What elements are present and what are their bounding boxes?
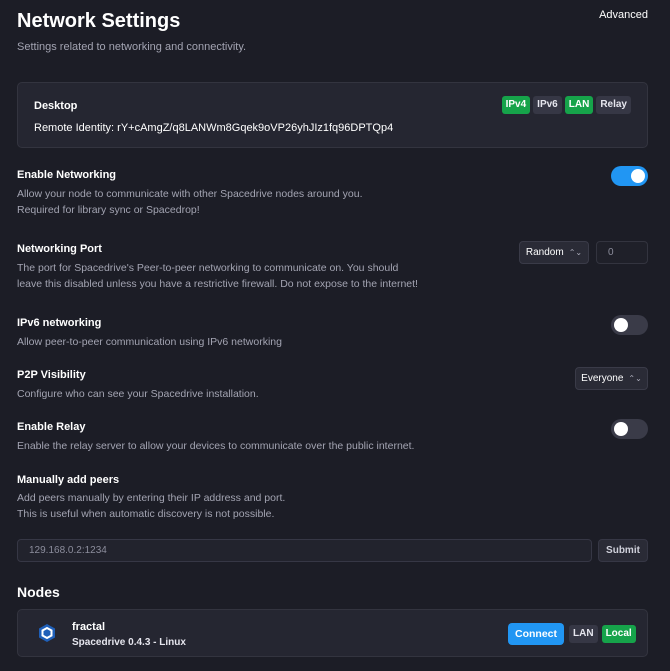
enable-relay-toggle[interactable] [611,419,648,439]
enable-relay-title: Enable Relay [17,421,86,433]
badge-ipv4: IPv4 [501,96,531,114]
networking-port-desc-2: leave this disabled unless you have a re… [17,278,418,290]
chevron-updown-icon: ⌃⌄ [568,248,583,257]
manual-peers-desc-2: This is useful when automatic discovery … [17,508,275,520]
spacedrive-hexagon-icon [39,624,55,642]
manual-peers-desc-1: Add peers manually by entering their IP … [17,492,286,504]
ipv6-toggle[interactable] [611,315,648,335]
remote-identity: Remote Identity: rY+cAmgZ/q8LANWm8Gqek9o… [34,122,394,134]
badge-local: Local [601,625,636,643]
advanced-link[interactable]: Advanced [599,9,648,21]
chevron-updown-icon: ⌃⌄ [628,374,642,383]
badge-ipv6: IPv6 [533,96,562,114]
port-input[interactable]: 0 [596,241,648,264]
page-title: Network Settings [17,10,181,32]
connect-button[interactable]: Connect [508,623,564,645]
node-name: fractal [72,621,106,633]
networking-port-desc-1: The port for Spacedrive's Peer-to-peer n… [17,262,399,274]
enable-networking-title: Enable Networking [17,169,117,181]
port-mode-select[interactable]: Random ⌃⌄ [519,241,589,264]
enable-networking-toggle[interactable] [611,166,648,186]
node-card: fractal Spacedrive 0.4.3 - Linux Connect… [17,609,648,657]
ipv6-title: IPv6 networking [17,317,102,329]
port-mode-value: Random [525,247,564,258]
enable-networking-desc-1: Allow your node to communicate with othe… [17,188,363,200]
p2p-visibility-select[interactable]: Everyone ⌃⌄ [575,367,648,390]
toggle-knob [631,169,645,183]
enable-networking-desc-2: Required for library sync or Spacedrop! [17,204,200,216]
badge-relay: Relay [596,96,631,114]
toggle-knob [614,422,628,436]
p2p-visibility-value: Everyone [581,373,624,384]
page-subtitle: Settings related to networking and conne… [17,41,247,53]
ipv6-desc: Allow peer-to-peer communication using I… [17,336,282,348]
device-card: Desktop Remote Identity: rY+cAmgZ/q8LANW… [17,82,648,148]
toggle-knob [614,318,628,332]
device-name: Desktop [34,100,78,112]
badge-lan: LAN [564,96,594,114]
node-badges: LAN Local [569,625,636,643]
p2p-visibility-title: P2P Visibility [17,369,86,381]
nodes-title: Nodes [17,584,60,600]
peer-address-input[interactable]: 129.168.0.2:1234 [17,539,592,562]
p2p-visibility-desc: Configure who can see your Spacedrive in… [17,388,259,400]
submit-button[interactable]: Submit [598,539,648,562]
manual-peers-title: Manually add peers [17,474,120,486]
device-badges: IPv4 IPv6 LAN Relay [501,96,631,114]
node-version: Spacedrive 0.4.3 - Linux [72,637,186,648]
enable-relay-desc: Enable the relay server to allow your de… [17,440,415,452]
badge-lan: LAN [569,625,598,643]
networking-port-title: Networking Port [17,243,102,255]
